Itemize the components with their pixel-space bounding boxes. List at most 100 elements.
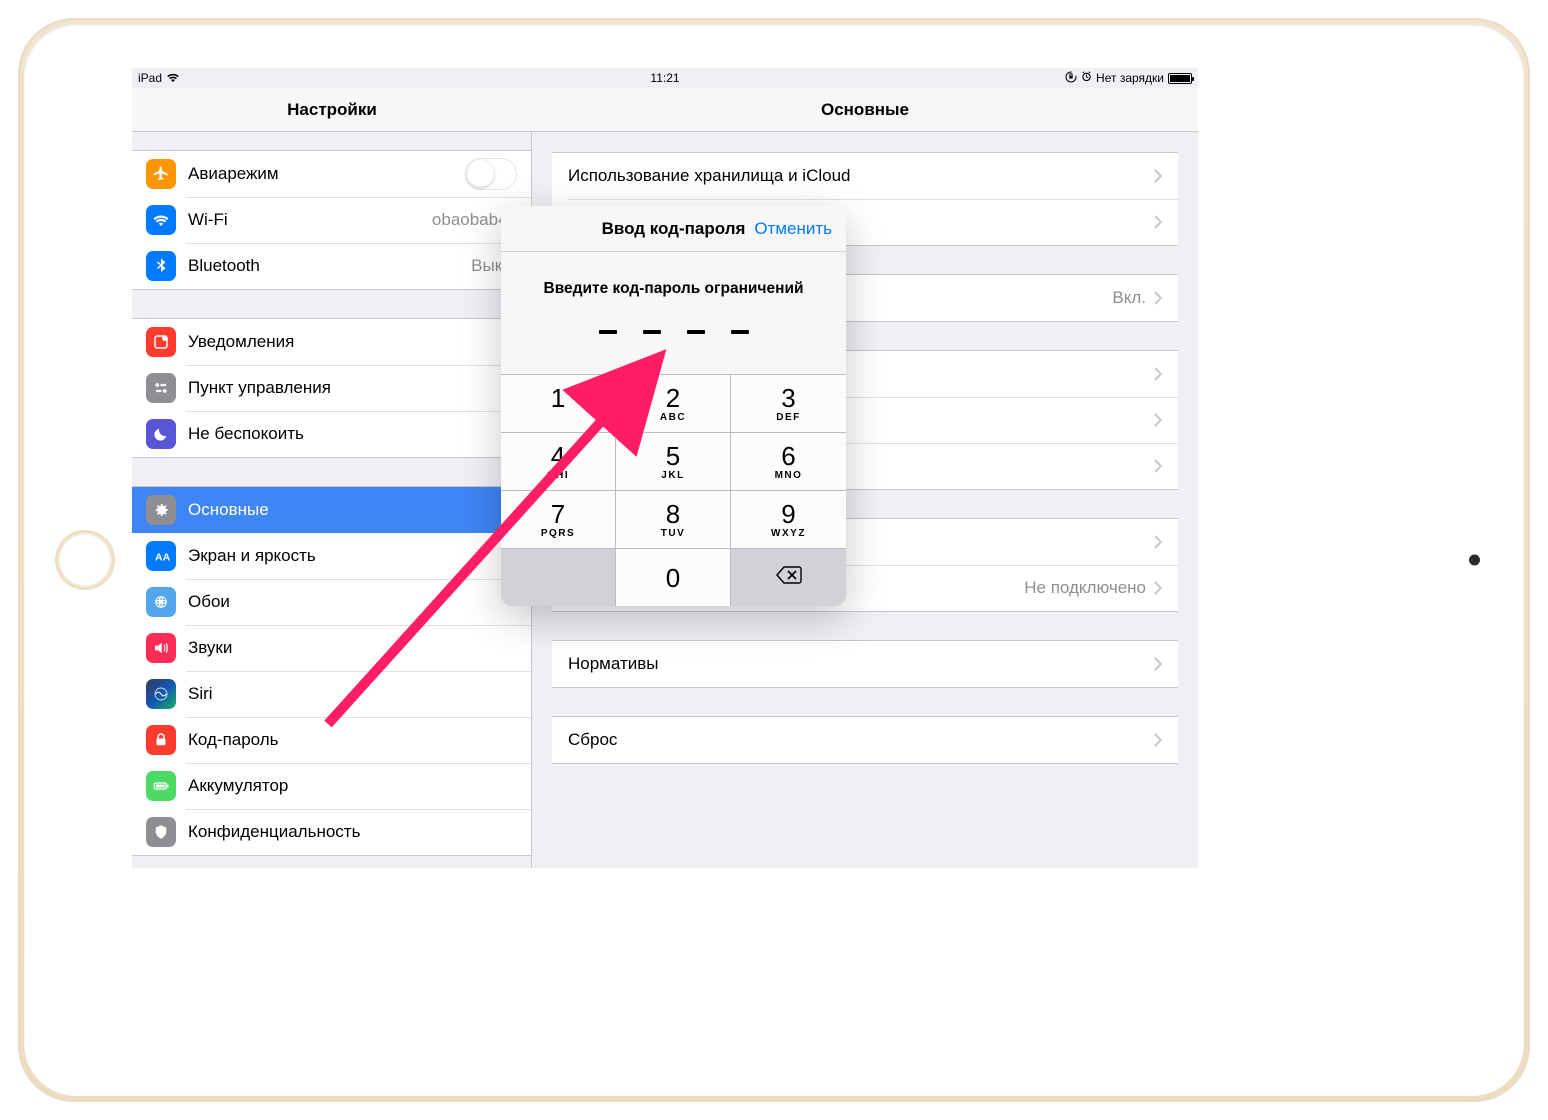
- keypad-7[interactable]: 7PQRS: [501, 490, 616, 548]
- delete-icon: [776, 566, 802, 589]
- sidebar-item-label: Авиарежим: [188, 164, 465, 184]
- sidebar-item-sounds[interactable]: Звуки: [132, 625, 531, 671]
- sidebar-item-battery[interactable]: Аккумулятор: [132, 763, 531, 809]
- sidebar-item-label: Wi-Fi: [188, 210, 424, 230]
- sidebar-item-airplane[interactable]: Авиарежим: [132, 151, 531, 197]
- detail-item-reset[interactable]: Сброс: [552, 717, 1178, 763]
- svg-text:AA: AA: [155, 552, 170, 564]
- sidebar-title: Настройки: [287, 100, 377, 120]
- sidebar-item-label: Bluetooth: [188, 256, 463, 276]
- passcode-icon: [146, 725, 176, 755]
- keypad-0[interactable]: 0: [616, 548, 731, 606]
- sidebar-item-wifi[interactable]: Wi-Fi obaobab44: [132, 197, 531, 243]
- wallpaper-icon: [146, 587, 176, 617]
- notifications-icon: [146, 327, 176, 357]
- clock: 11:21: [650, 71, 679, 85]
- keypad-4[interactable]: 4GHI: [501, 432, 616, 490]
- digit: 7: [551, 501, 565, 527]
- letters: PQRS: [541, 528, 575, 539]
- device-bezel: iPad 11:21 Нет зарядки Настройки Основны…: [18, 18, 1530, 1102]
- sounds-icon: [146, 633, 176, 663]
- detail-item-regulatory[interactable]: Нормативы: [552, 641, 1178, 687]
- sidebar-item-label: Экран и яркость: [188, 546, 517, 566]
- sidebar-item-label: Звуки: [188, 638, 517, 658]
- passcode-slots: [517, 330, 830, 334]
- battery-text: Нет зарядки: [1096, 71, 1164, 85]
- detail-item-label: Сброс: [568, 730, 1154, 750]
- dnd-icon: [146, 419, 176, 449]
- keypad-3[interactable]: 3DEF: [731, 374, 846, 432]
- sidebar-item-dnd[interactable]: Не беспокоить: [132, 411, 531, 457]
- keypad-1[interactable]: 1: [501, 374, 616, 432]
- keypad-6[interactable]: 6MNO: [731, 432, 846, 490]
- keypad-blank: [501, 548, 616, 606]
- digit: 3: [781, 385, 795, 411]
- sidebar-item-label: Пункт управления: [188, 378, 517, 398]
- sidebar-item-privacy[interactable]: Конфиденциальность: [132, 809, 531, 855]
- front-camera: [1469, 555, 1480, 566]
- sidebar-item-display[interactable]: AA Экран и яркость: [132, 533, 531, 579]
- modal-title: Ввод код-пароля: [602, 219, 746, 239]
- sidebar-item-label: Уведомления: [188, 332, 517, 352]
- digit: 5: [666, 443, 680, 469]
- wifi-icon: [166, 73, 180, 83]
- detail-title: Основные: [821, 100, 909, 120]
- home-button[interactable]: [55, 530, 115, 590]
- alarm-icon: [1081, 71, 1092, 85]
- battery-settings-icon: [146, 771, 176, 801]
- letters: DEF: [776, 412, 801, 423]
- chevron-right-icon: [1154, 367, 1162, 381]
- keypad-2[interactable]: 2ABC: [616, 374, 731, 432]
- detail-item-storage[interactable]: Использование хранилища и iCloud: [552, 153, 1178, 199]
- privacy-icon: [146, 817, 176, 847]
- sidebar-header: Настройки: [132, 88, 532, 132]
- chevron-right-icon: [1154, 459, 1162, 473]
- display-icon: AA: [146, 541, 176, 571]
- keypad-5[interactable]: 5JKL: [616, 432, 731, 490]
- airplane-icon: [146, 159, 176, 189]
- digit: 2: [666, 385, 680, 411]
- chevron-right-icon: [1154, 535, 1162, 549]
- sidebar-item-label: Обои: [188, 592, 517, 612]
- airplane-toggle[interactable]: [465, 158, 517, 190]
- sidebar-item-passcode[interactable]: Код-пароль: [132, 717, 531, 763]
- letters: TUV: [661, 528, 686, 539]
- sidebar-item-siri[interactable]: Siri: [132, 671, 531, 717]
- keypad-delete[interactable]: [731, 548, 846, 606]
- sidebar-item-general[interactable]: Основные: [132, 487, 531, 533]
- digit: 1: [551, 385, 565, 411]
- chevron-right-icon: [1154, 215, 1162, 229]
- digit: 6: [781, 443, 795, 469]
- device-label: iPad: [138, 71, 162, 85]
- screen: iPad 11:21 Нет зарядки Настройки Основны…: [132, 68, 1198, 868]
- sidebar-item-control-center[interactable]: Пункт управления: [132, 365, 531, 411]
- digit: 4: [551, 443, 565, 469]
- letters: JKL: [661, 470, 684, 481]
- detail-header: Основные: [532, 88, 1198, 132]
- letters: [556, 412, 560, 423]
- sidebar-item-label: Аккумулятор: [188, 776, 517, 796]
- modal-header: Ввод код-пароля Отменить: [501, 206, 846, 252]
- passcode-prompt: Введите код-пароль ограничений: [517, 280, 830, 298]
- sidebar-item-bluetooth[interactable]: Bluetooth Выкл.: [132, 243, 531, 289]
- sidebar-item-notifications[interactable]: Уведомления: [132, 319, 531, 365]
- keypad-9[interactable]: 9WXYZ: [731, 490, 846, 548]
- cancel-button[interactable]: Отменить: [754, 219, 832, 239]
- settings-sidebar: Авиарежим Wi-Fi obaobab44 Bluetooth Выкл…: [132, 132, 532, 868]
- wifi-settings-icon: [146, 205, 176, 235]
- chevron-right-icon: [1154, 581, 1162, 595]
- passcode-modal: Ввод код-пароля Отменить Введите код-пар…: [501, 206, 846, 606]
- sidebar-item-label: Код-пароль: [188, 730, 517, 750]
- letters: ABC: [660, 412, 686, 423]
- letters: WXYZ: [771, 528, 806, 539]
- digit: 0: [666, 565, 680, 591]
- passcode-slot: [731, 330, 749, 334]
- battery-icon: [1168, 73, 1192, 84]
- chevron-right-icon: [1154, 291, 1162, 305]
- sidebar-item-wallpaper[interactable]: Обои: [132, 579, 531, 625]
- bluetooth-icon: [146, 251, 176, 281]
- passcode-slot: [687, 330, 705, 334]
- detail-item-label: Нормативы: [568, 654, 1154, 674]
- keypad-8[interactable]: 8TUV: [616, 490, 731, 548]
- sidebar-item-label: Не беспокоить: [188, 424, 517, 444]
